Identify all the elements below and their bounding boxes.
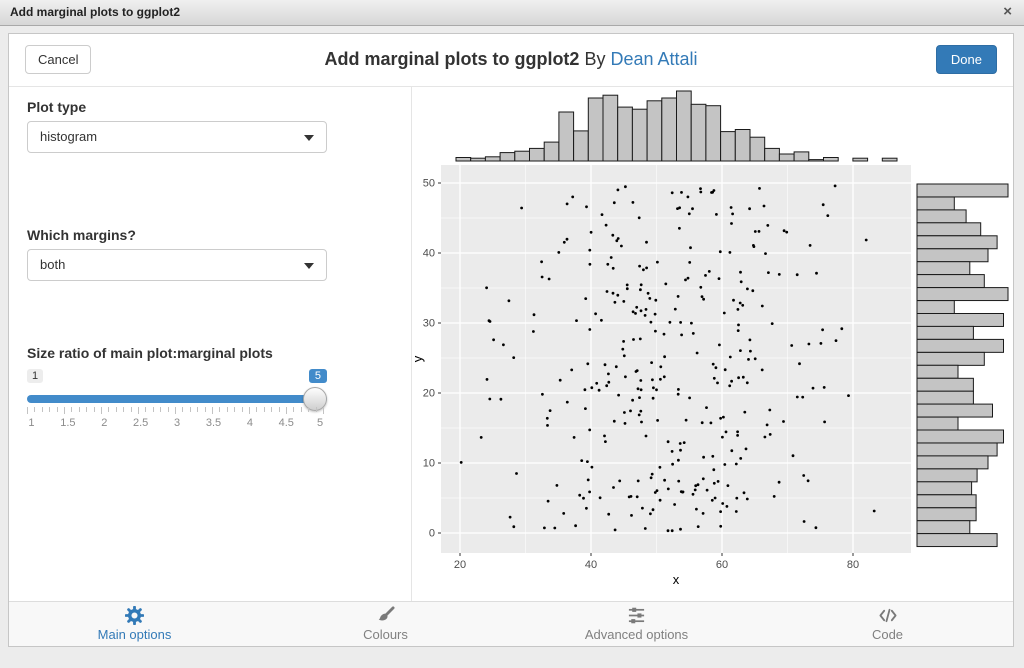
options-panel: Plot type histogram Which margins? both … (9, 87, 412, 601)
svg-text:40: 40 (585, 559, 597, 571)
brush-icon (376, 607, 395, 625)
margins-select[interactable]: both (27, 249, 327, 281)
svg-text:20: 20 (423, 388, 435, 400)
tab-main-options[interactable]: Main options (9, 602, 260, 646)
slider-grid-labels: 1 1.5 2 2.5 3 3.5 4 4.5 5 (27, 417, 323, 431)
slider-grid-label: 3 (174, 417, 180, 429)
slider-track[interactable] (27, 395, 327, 403)
slider-grid-label: 1.5 (60, 417, 75, 429)
tab-label: Colours (363, 627, 408, 642)
plot-type-group: Plot type histogram (27, 99, 327, 153)
gadget-dialog: Cancel Add marginal plots to ggplot2 By … (8, 33, 1014, 647)
top-marginal-histogram (456, 91, 897, 161)
y-axis-title: y (412, 355, 425, 362)
close-icon[interactable]: × (1003, 3, 1012, 20)
window-titlebar: Add marginal plots to ggplot2 × (0, 0, 1024, 26)
window-title: Add marginal plots to ggplot2 (10, 5, 180, 19)
slider-grid-label: 5 (317, 417, 323, 429)
svg-text:50: 50 (423, 178, 435, 190)
chevron-down-icon (304, 135, 314, 141)
gadget-title-by: By (579, 49, 610, 69)
size-ratio-label: Size ratio of main plot:marginal plots (27, 345, 333, 361)
tab-label: Code (872, 627, 903, 642)
slider-grid-label: 4.5 (279, 417, 294, 429)
margins-group: Which margins? both (27, 227, 327, 281)
margins-label: Which margins? (27, 227, 327, 243)
slider-grid-label: 4 (247, 417, 253, 429)
done-button[interactable]: Done (936, 45, 997, 74)
sliders-icon (627, 607, 646, 625)
gear-icon (125, 607, 144, 625)
plot-preview: 0 10 20 30 40 50 20 40 60 80 x y (412, 87, 1013, 601)
tab-colours[interactable]: Colours (260, 602, 511, 646)
svg-text:0: 0 (429, 528, 435, 540)
svg-text:80: 80 (847, 559, 859, 571)
margins-value: both (40, 257, 65, 272)
x-axis-title: x (673, 572, 680, 587)
svg-text:60: 60 (716, 559, 728, 571)
main-plot-panel (441, 165, 911, 553)
chevron-down-icon (304, 263, 314, 269)
plot-type-select[interactable]: histogram (27, 121, 327, 153)
svg-text:30: 30 (423, 318, 435, 330)
marginal-plot-figure: 0 10 20 30 40 50 20 40 60 80 x y (412, 87, 1015, 603)
slider-grid-label: 3.5 (206, 417, 221, 429)
plot-type-value: histogram (40, 129, 97, 144)
tab-label: Advanced options (585, 627, 688, 642)
tab-code[interactable]: Code (762, 602, 1013, 646)
footer-tabbar: Main options Colours (9, 601, 1013, 646)
gadget-title-text: Add marginal plots to ggplot2 (324, 49, 579, 69)
slider-grid-label: 2.5 (133, 417, 148, 429)
app-window: Add marginal plots to ggplot2 × Cancel A… (0, 0, 1024, 668)
gadget-content: Plot type histogram Which margins? both … (9, 87, 1013, 601)
plot-type-label: Plot type (27, 99, 327, 115)
author-link[interactable]: Dean Attali (610, 49, 697, 69)
tab-label: Main options (98, 627, 172, 642)
slider-grid-label: 2 (101, 417, 107, 429)
gadget-header: Cancel Add marginal plots to ggplot2 By … (9, 34, 1013, 87)
slider-grid-label: 1 (28, 417, 34, 429)
slider-value-badge: 5 (309, 369, 327, 383)
svg-text:20: 20 (454, 559, 466, 571)
size-ratio-group: Size ratio of main plot:marginal plots 1… (27, 345, 333, 433)
slider-grid (27, 407, 323, 417)
size-ratio-slider[interactable]: 1 5 1 1.5 2 2.5 3 3.5 4 (27, 369, 327, 433)
svg-text:40: 40 (423, 248, 435, 260)
slider-min-label: 1 (27, 369, 43, 383)
right-marginal-histogram (917, 184, 1008, 547)
tab-advanced-options[interactable]: Advanced options (511, 602, 762, 646)
code-icon (877, 607, 899, 625)
svg-text:10: 10 (423, 458, 435, 470)
page-title: Add marginal plots to ggplot2 By Dean At… (9, 49, 1013, 70)
